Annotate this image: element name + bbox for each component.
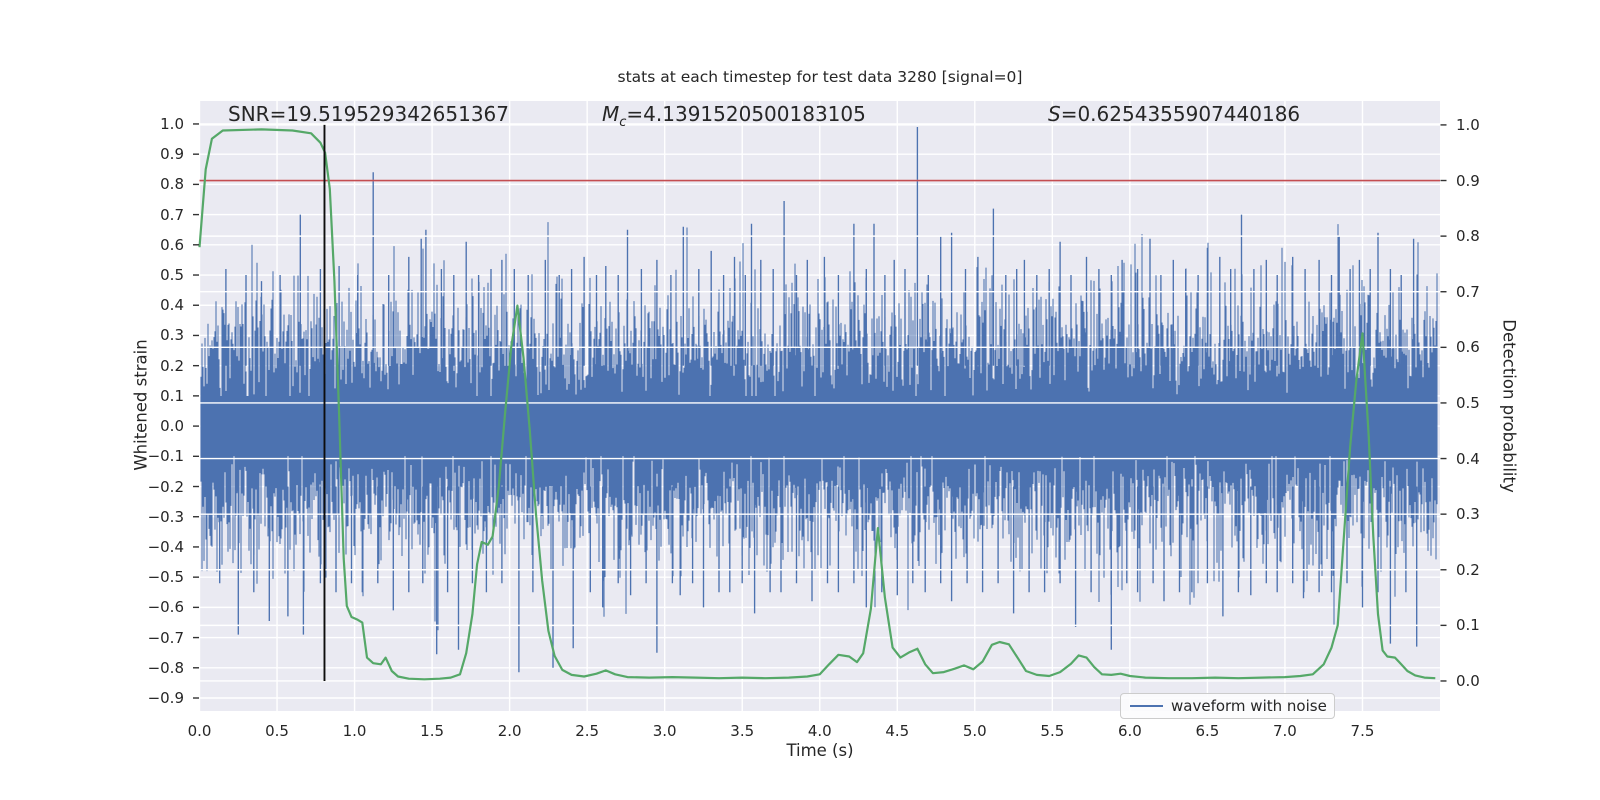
y-tick-label-left: 0.8 xyxy=(160,175,184,194)
x-axis-label: Time (s) xyxy=(786,741,854,760)
x-tick-label: 5.5 xyxy=(1040,722,1065,740)
x-tick-label: 4.0 xyxy=(807,722,832,740)
y-tick-label-right: 0.0 xyxy=(1456,671,1480,690)
score-symbol: S xyxy=(1048,102,1061,126)
y-tick-label-right: 0.7 xyxy=(1456,282,1480,301)
x-tick-label: 5.0 xyxy=(962,722,987,740)
x-tick-label: 7.5 xyxy=(1350,722,1375,740)
x-tick-label: 2.5 xyxy=(575,722,600,740)
x-tick-label: 3.5 xyxy=(730,722,755,740)
x-tick-label: 1.0 xyxy=(342,722,367,740)
y-tick-label-left: −0.9 xyxy=(147,689,184,707)
y-tick-label-left: −0.6 xyxy=(147,598,184,617)
x-tick-label: 0.0 xyxy=(187,722,212,740)
y-tick-label-left: −0.8 xyxy=(147,658,184,677)
snr-value: =19.519529342651367 xyxy=(269,102,509,126)
legend-line-sample xyxy=(1130,704,1163,708)
annotation-snr: SNR=19.519529342651367 xyxy=(228,102,509,126)
y-tick-label-left: 0.3 xyxy=(160,326,184,345)
x-tick-label: 4.5 xyxy=(885,722,910,740)
y-tick-label-left: 0.1 xyxy=(160,386,184,405)
y-tick-label-left: 0.0 xyxy=(160,417,184,436)
y-tick-label-left: −0.3 xyxy=(147,507,184,526)
y-tick-label-right: 0.1 xyxy=(1456,616,1480,635)
y-tick-label-left: 1.0 xyxy=(160,114,184,133)
y-tick-label-left: −0.1 xyxy=(147,447,184,466)
y-tick-label-right: 0.2 xyxy=(1456,560,1480,579)
y-tick-label-right: 1.0 xyxy=(1456,115,1480,134)
y-tick-label-left: 0.6 xyxy=(160,235,184,254)
y-tick-label-right: 0.3 xyxy=(1456,505,1480,524)
legend: waveform with noise xyxy=(1120,693,1335,719)
score-value: =0.6254355907440186 xyxy=(1060,102,1301,126)
legend-label: waveform with noise xyxy=(1171,697,1327,715)
y-tick-label-right: 0.5 xyxy=(1456,393,1480,412)
mc-symbol: M xyxy=(602,102,620,126)
snr-label: SNR xyxy=(228,102,270,126)
y-tick-label-right: 0.6 xyxy=(1456,338,1480,357)
x-tick-label: 7.0 xyxy=(1273,722,1297,740)
y-tick-label-left: −0.2 xyxy=(147,477,184,496)
x-tick-label: 6.0 xyxy=(1117,722,1142,740)
x-tick-label: 3.0 xyxy=(652,722,677,740)
annotation-score: S=0.6254355907440186 xyxy=(1048,102,1300,126)
y-tick-label-left: 0.9 xyxy=(160,145,184,164)
y-tick-label-left: 0.7 xyxy=(160,205,184,224)
y-tick-label-left: −0.5 xyxy=(147,568,184,587)
x-tick-label: 6.5 xyxy=(1195,722,1220,740)
figure: stats at each timestep for test data 328… xyxy=(0,0,1600,800)
y-tick-label-left: 0.4 xyxy=(160,296,184,315)
y-tick-label-left: −0.7 xyxy=(147,628,184,647)
y-tick-label-right: 0.9 xyxy=(1456,171,1480,190)
y-tick-label-right: 0.8 xyxy=(1456,227,1480,246)
y-tick-label-left: 0.2 xyxy=(160,356,184,375)
y-tick-label-left: 0.5 xyxy=(160,266,184,285)
chart-title: stats at each timestep for test data 328… xyxy=(617,68,1023,86)
y-tick-label-left: −0.4 xyxy=(147,537,184,556)
x-tick-label: 2.0 xyxy=(497,722,522,740)
x-tick-label: 0.5 xyxy=(265,722,289,740)
mc-value: =4.1391520500183105 xyxy=(626,102,866,126)
annotation-chirp-mass: Mc=4.1391520500183105 xyxy=(602,102,866,130)
y-tick-label-right: 0.4 xyxy=(1456,449,1480,468)
x-tick-label: 1.5 xyxy=(420,722,445,740)
